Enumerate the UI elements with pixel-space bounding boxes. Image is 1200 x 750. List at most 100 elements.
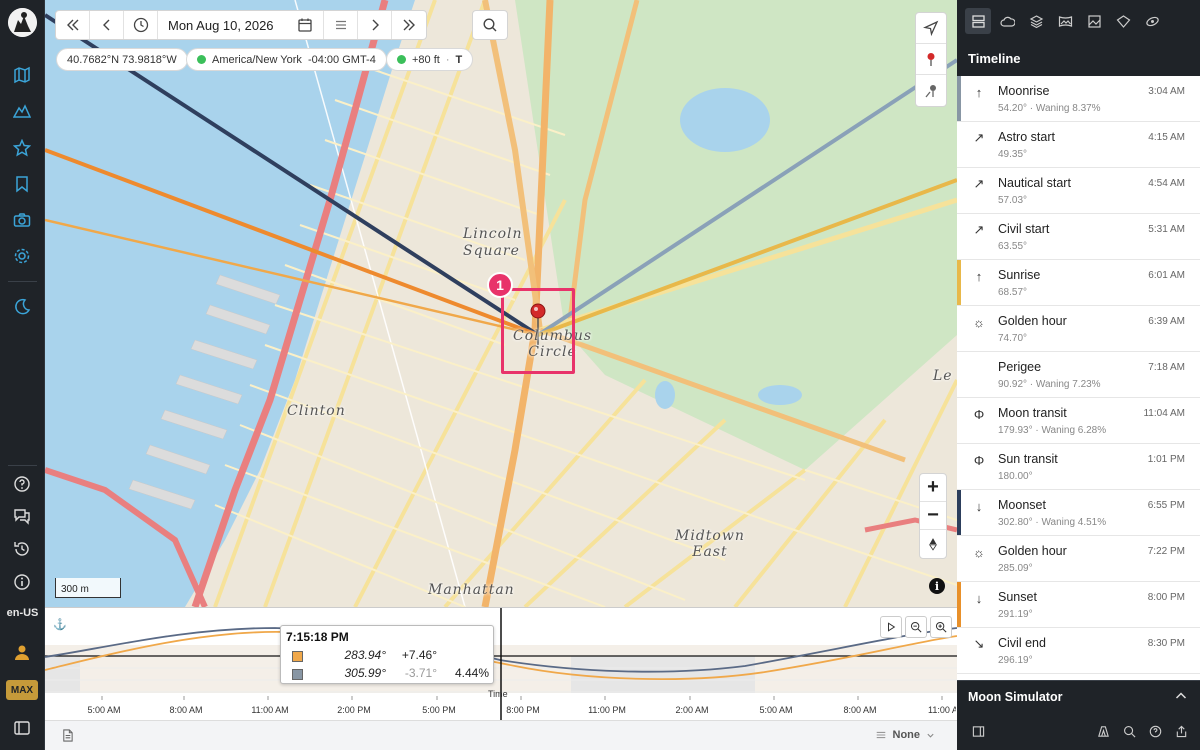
timeline-chart[interactable]: ⚓ 7:15:18 PM 283.94° +7.46° 305.99° -3.7… [45, 607, 957, 721]
chat-icon[interactable] [10, 504, 34, 528]
overlay-dropdown[interactable]: None [875, 729, 936, 741]
timeline-event-item[interactable]: ☼ Golden hour 74.70° 6:39 AM [957, 306, 1200, 352]
event-name: Civil start [998, 222, 1050, 236]
event-icon: Φ [973, 406, 985, 422]
tab-galaxy[interactable] [1139, 8, 1165, 34]
zoom-in-button[interactable]: + [920, 474, 946, 502]
timeline-event-item[interactable]: Φ Moon transit 179.93° · Waning 6.28% 11:04… [957, 398, 1200, 444]
timeline-event-item[interactable]: ↗ Civil start 63.55° 5:31 AM [957, 214, 1200, 260]
event-icon: ↗ [973, 222, 985, 237]
panel-toggle-icon[interactable] [10, 716, 34, 740]
timeline-event-item[interactable]: ↗ Astro start 49.35° 4:15 AM [957, 122, 1200, 168]
tab-layers[interactable] [1023, 8, 1049, 34]
moon-simulator-title: Moon Simulator [968, 690, 1063, 704]
elevation-suffix: T [455, 53, 463, 66]
event-icon: ↑ [975, 268, 983, 284]
moon-icon[interactable] [10, 295, 34, 319]
event-icon: ↑ [975, 84, 983, 100]
date-picker[interactable]: Mon Aug 10, 2026 [158, 11, 324, 39]
event-icon: ↓ [975, 498, 983, 514]
event-icon: ☼ [973, 544, 985, 560]
help-icon[interactable] [10, 472, 34, 496]
grey-pin-icon [925, 84, 936, 97]
event-icon: ↓ [975, 590, 983, 606]
panel-help-button[interactable] [1142, 718, 1168, 744]
mountain-icon[interactable] [10, 99, 34, 123]
jump-back-button[interactable] [56, 11, 90, 39]
info-icon[interactable] [10, 570, 34, 594]
user-icon[interactable] [10, 640, 34, 664]
place-label-lenox-hill: Le [933, 368, 953, 384]
anchor-icon[interactable]: ⚓ [53, 618, 67, 631]
event-time: 8:30 PM [1147, 638, 1185, 649]
star-icon[interactable] [10, 136, 34, 160]
timeline-event-item[interactable]: ↑ Sunrise 68.57° 6:01 AM [957, 260, 1200, 306]
event-time: 4:54 AM [1148, 178, 1185, 189]
secondary-pin-button[interactable] [916, 75, 946, 106]
panel-search-button[interactable] [1116, 718, 1142, 744]
tooltip-altitude: -3.71° [404, 666, 437, 680]
map-view[interactable]: Lincoln Square Columbus Circle Clinton M… [45, 0, 957, 607]
timeline-event-item[interactable]: ☼ Golden hour 285.09° 7:22 PM [957, 536, 1200, 582]
timeline-event-item[interactable]: Perigee 90.92° · Waning 7.23% 7:18 AM [957, 352, 1200, 398]
camera-icon[interactable] [10, 208, 34, 232]
tab-image[interactable] [1081, 8, 1107, 34]
tab-shape[interactable] [1110, 8, 1136, 34]
plan-badge[interactable]: MAX [6, 680, 38, 700]
timeline-event-item[interactable]: ↘ Civil end 296.19° 8:30 PM [957, 628, 1200, 674]
event-time: 11:04 AM [1143, 408, 1185, 419]
chart-zoom-in-button[interactable] [930, 616, 952, 638]
event-time: 6:39 AM [1148, 316, 1185, 327]
tab-weather[interactable] [994, 8, 1020, 34]
timeline-event-item[interactable]: Φ Sun transit 180.00° 1:01 PM [957, 444, 1200, 490]
moon-simulator-header[interactable]: Moon Simulator [957, 680, 1200, 712]
timeline-event-item[interactable]: ↓ Sunset 291.19° 8:00 PM [957, 582, 1200, 628]
map-info-button[interactable]: i [929, 578, 945, 594]
clock-icon [133, 17, 148, 33]
timeline-event-item[interactable]: ↑ Moonrise 54.20° · Waning 8.37% 3:04 AM [957, 76, 1200, 122]
time-button[interactable] [124, 11, 158, 39]
share-button[interactable] [1168, 718, 1194, 744]
jump-forward-button[interactable] [392, 11, 426, 39]
step-back-button[interactable] [90, 11, 124, 39]
tab-panorama[interactable] [1052, 8, 1078, 34]
compass-button[interactable] [920, 530, 946, 558]
observatory-button[interactable] [1090, 718, 1116, 744]
language-label[interactable]: en-US [0, 607, 45, 619]
timeline-event-item[interactable]: ↗ Nautical start 57.03° 4:54 AM [957, 168, 1200, 214]
menu-button[interactable] [324, 11, 358, 39]
chart-zoom-out-button[interactable] [905, 616, 927, 638]
play-icon [888, 622, 896, 632]
locate-button[interactable] [916, 13, 946, 44]
app-logo[interactable] [8, 8, 37, 37]
axis-tick-label: 8:00 AM [843, 705, 877, 715]
moon-swatch [292, 669, 303, 680]
sidebar-toggle-button[interactable] [965, 718, 991, 744]
document-button[interactable] [61, 729, 74, 747]
tooltip-row-sun: 283.94° +7.46° [281, 648, 495, 664]
cursor-label: Time [488, 689, 508, 699]
history-icon[interactable] [10, 537, 34, 561]
bookmark-icon[interactable] [10, 172, 34, 196]
timezone-pill[interactable]: America/New York -04:00 GMT-4 [186, 48, 387, 71]
zoom-out-button[interactable]: − [920, 502, 946, 530]
diamond-icon [1116, 14, 1130, 28]
event-icon: ↘ [973, 636, 985, 651]
place-label-text: East [692, 544, 728, 560]
event-detail: 291.19° [998, 609, 1033, 620]
event-time: 5:31 AM [1148, 224, 1185, 235]
settings-icon[interactable] [10, 244, 34, 268]
search-button[interactable] [473, 11, 507, 39]
coordinates-pill[interactable]: 40.7682°N 73.9818°W [56, 48, 188, 71]
tab-timeline[interactable] [965, 8, 991, 34]
elevation-pill[interactable]: +80 ft · T [386, 48, 474, 71]
pin-button[interactable] [916, 44, 946, 75]
timeline-event-item[interactable]: ↓ Moonset 302.80° · Waning 4.51% 6:55 PM [957, 490, 1200, 536]
axis-tick-label: 5:00 AM [759, 705, 793, 715]
map-icon[interactable] [10, 63, 34, 87]
elevation-text: +80 ft [412, 53, 440, 66]
step-forward-button[interactable] [358, 11, 392, 39]
play-button[interactable] [880, 616, 902, 638]
double-chevron-left-icon [66, 19, 78, 31]
event-detail: 54.20° · Waning 8.37% [998, 103, 1101, 114]
